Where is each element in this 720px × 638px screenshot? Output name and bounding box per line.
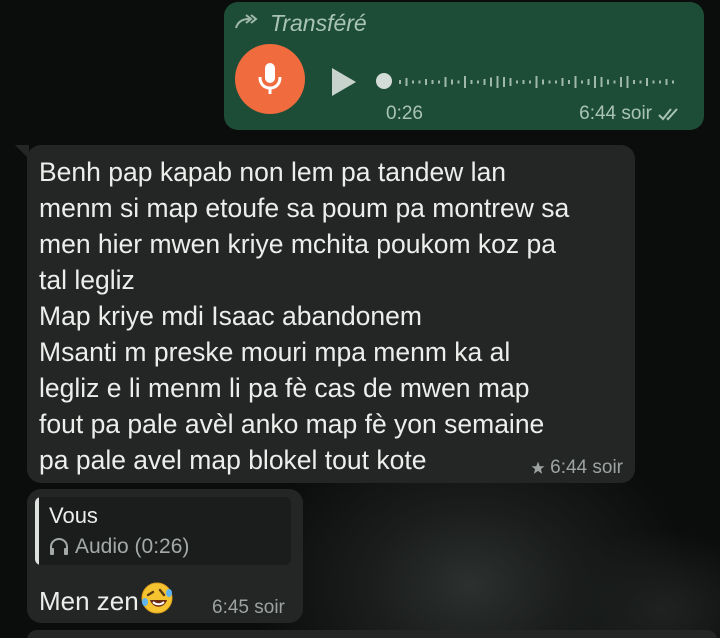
waveform-bar <box>399 80 401 84</box>
waveform-bar <box>659 80 661 84</box>
quoted-content: Audio (0:26) <box>49 535 189 559</box>
waveform-bar <box>496 76 499 88</box>
playback-scrubber[interactable] <box>376 73 392 89</box>
waveform-bar <box>594 76 596 88</box>
waveform-bar <box>438 80 440 84</box>
waveform-bar <box>477 80 479 84</box>
incoming-text-message[interactable]: Benh pap kapab non lem pa tandew lan men… <box>15 145 635 483</box>
bubble-tail <box>15 145 29 159</box>
outgoing-time: 6:44 soir <box>579 103 652 124</box>
microphone-button[interactable] <box>235 44 305 114</box>
waveform-bar <box>451 79 453 85</box>
waveform-bar <box>418 80 421 84</box>
forwarded-indicator: Transféré <box>234 10 367 37</box>
waveform-bar <box>425 79 427 85</box>
waveform-bar <box>548 80 551 84</box>
play-button[interactable] <box>330 66 358 103</box>
quoted-text: Audio (0:26) <box>75 535 190 558</box>
double-check-icon <box>658 108 678 121</box>
forward-arrow-icon <box>234 13 260 35</box>
waveform-bar <box>412 80 414 84</box>
waveform-bar <box>457 80 460 84</box>
waveform-bar <box>613 80 616 84</box>
waveform-bar <box>600 77 603 87</box>
audio-waveform[interactable] <box>397 71 677 93</box>
waveform-bar <box>509 78 512 86</box>
waveform-bar <box>542 79 544 85</box>
outgoing-message-meta: 6:44 soir <box>579 103 682 125</box>
incoming-time: 6:44 soir <box>550 457 623 478</box>
star-icon <box>531 461 545 474</box>
message-body: Benh pap kapab non lem pa tandew lan men… <box>39 157 570 475</box>
waveform-bar <box>568 80 570 84</box>
waveform-bar <box>444 77 447 87</box>
waveform-bar <box>535 76 538 88</box>
incoming-message-meta: 6:44 soir <box>531 457 623 479</box>
waveform-bar <box>646 78 648 86</box>
microphone-icon <box>258 63 282 94</box>
waveform-bar <box>431 80 434 84</box>
next-message-partial[interactable] <box>27 630 717 638</box>
waveform-bar <box>464 76 466 88</box>
waveform-bar <box>620 77 622 87</box>
waveform-bar <box>529 80 531 84</box>
waveform-bar <box>516 80 518 84</box>
waveform-bar <box>470 80 473 84</box>
waveform-bar <box>672 80 674 84</box>
reply-body: Men zen <box>39 586 139 616</box>
waveform-bar <box>522 80 525 84</box>
quote-accent-bar <box>35 497 39 565</box>
play-icon <box>332 68 356 96</box>
quoted-message[interactable]: Vous Audio (0:26) <box>35 497 291 565</box>
reply-body-row: Men zen <box>39 581 174 622</box>
chat-background: Transféré 0:26 6:44 soir Benh pap kapab … <box>0 0 720 638</box>
waveform-bar <box>490 77 492 87</box>
waveform-bar <box>503 77 505 87</box>
waveform-bar <box>555 80 557 84</box>
reply-message[interactable]: Vous Audio (0:26) Men zen 6:45 soir <box>27 489 303 623</box>
waveform-bar <box>633 80 635 84</box>
quoted-author: Vous <box>49 503 98 528</box>
waveform-bar <box>587 79 590 85</box>
outgoing-voice-message[interactable]: Transféré 0:26 6:44 soir <box>224 2 704 130</box>
waveform-bar <box>652 80 655 84</box>
headphones-icon <box>50 538 68 555</box>
reply-time: 6:45 soir <box>212 597 285 618</box>
waveform-bar <box>639 80 642 84</box>
waveform-bar <box>581 80 583 84</box>
voice-duration: 0:26 <box>386 103 423 124</box>
rolling-on-floor-laughing-emoji <box>140 581 174 622</box>
waveform-bar <box>561 78 564 86</box>
waveform-bar <box>626 76 629 88</box>
waveform-bar <box>405 78 408 86</box>
waveform-bar <box>607 79 609 85</box>
waveform-bar <box>483 79 486 85</box>
forwarded-label: Transféré <box>270 10 367 36</box>
waveform-bar <box>665 79 668 85</box>
waveform-bar <box>574 76 577 88</box>
